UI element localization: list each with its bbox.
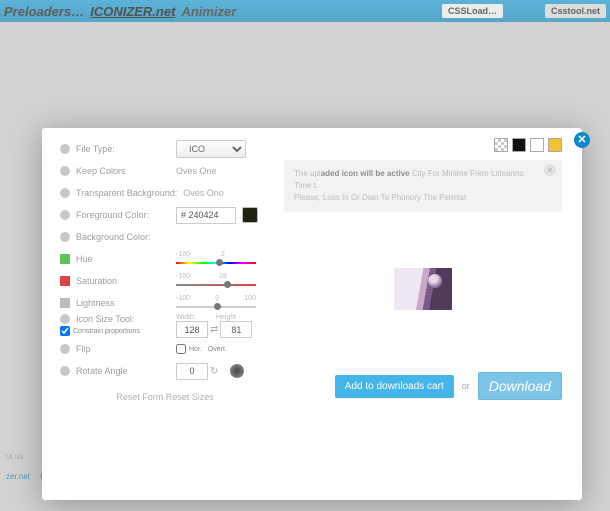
size-icon: [60, 314, 70, 324]
constrain-checkbox[interactable]: [60, 326, 70, 336]
login-link[interactable]: Loss In Or Dian To Phonory The Permist: [323, 193, 466, 202]
bg-swatch-black[interactable]: [512, 138, 526, 152]
preview-canvas: [284, 218, 562, 360]
transparent-bg-value: Oves Ono: [183, 188, 224, 198]
keep-colors-value: Oves One: [176, 166, 217, 176]
editor-modal: ✕ File Type: ICO Keep Colors Oves One Tr…: [42, 128, 582, 500]
msg-pre: The upl: [294, 169, 321, 178]
flip-vert-label: Overt.: [208, 346, 227, 353]
notice-box: × The upladed icon will be active City F…: [284, 160, 562, 212]
constrain-label: Constrain proportions: [73, 328, 140, 335]
sat-min: -100: [176, 273, 190, 280]
flip-hor-label: Hor.: [189, 346, 202, 353]
msg-bold: aded icon will be active: [321, 169, 410, 178]
saturation-label: Saturation: [76, 276, 117, 286]
size-label: Icon Size Tool:: [76, 314, 134, 324]
preview-panel: × The upladed icon will be active City F…: [284, 138, 564, 402]
hue-mid: 2: [221, 251, 225, 258]
width-input[interactable]: [176, 321, 208, 338]
hue-min: -100: [176, 251, 190, 258]
light-min: -100: [176, 295, 190, 302]
flip-label: Flip: [76, 344, 91, 354]
saturation-icon: [60, 276, 70, 286]
hue-slider[interactable]: [176, 259, 256, 267]
rotate-icon: [60, 366, 70, 376]
lightness-slider[interactable]: [176, 303, 256, 311]
rotate-label: Rotate Angle: [76, 366, 128, 376]
reset-link[interactable]: Reset Form Reset Sizes: [60, 392, 270, 402]
height-label: Height: [216, 314, 236, 321]
flip-hor-checkbox[interactable]: [176, 344, 186, 354]
light-mid: 0: [215, 295, 219, 302]
rotate-cw-icon[interactable]: ↻: [210, 366, 218, 377]
height-input[interactable]: [220, 321, 252, 338]
paint-icon: [60, 210, 70, 220]
bg-swatch-white[interactable]: [530, 138, 544, 152]
msg-please: Please,: [294, 193, 321, 202]
width-label: Width:: [176, 314, 196, 321]
lightness-label: Lightness: [76, 298, 115, 308]
file-type-select[interactable]: ICO: [176, 140, 246, 158]
flip-icon: [60, 344, 70, 354]
bg-color-label: Background Color:: [76, 232, 151, 242]
settings-panel: File Type: ICO Keep Colors Oves One Tran…: [60, 138, 270, 402]
or-text: or: [462, 381, 470, 391]
transparency-icon: [60, 188, 70, 198]
palette-icon: [60, 166, 70, 176]
download-button[interactable]: Download: [478, 372, 562, 400]
lightness-icon: [60, 298, 70, 308]
angle-dial-icon[interactable]: [230, 364, 244, 378]
fg-color-swatch[interactable]: [242, 207, 258, 223]
fg-color-label: Foreground Color:: [76, 210, 149, 220]
rotate-input[interactable]: [176, 363, 208, 380]
add-to-cart-button[interactable]: Add to downloads cart: [335, 375, 454, 398]
bg-swatch-yellow[interactable]: [548, 138, 562, 152]
fg-color-input[interactable]: [176, 207, 236, 224]
file-type-label: File Type:: [76, 144, 115, 154]
tag-icon: [60, 144, 70, 154]
notice-close-icon[interactable]: ×: [544, 164, 556, 176]
paint-icon: [60, 232, 70, 242]
saturation-slider[interactable]: [176, 281, 256, 289]
hue-label: Hue: [76, 254, 93, 264]
lock-icon[interactable]: ⇄: [210, 324, 218, 335]
transparent-bg-label: Transparent Background:: [76, 188, 177, 198]
hue-icon: [60, 254, 70, 264]
keep-colors-label: Keep Colors: [76, 166, 126, 176]
preview-image: [394, 268, 452, 310]
bg-swatch-transparent[interactable]: [494, 138, 508, 152]
close-icon[interactable]: ✕: [574, 132, 590, 148]
light-max: 100: [244, 295, 256, 302]
sat-mid: 28: [219, 273, 227, 280]
